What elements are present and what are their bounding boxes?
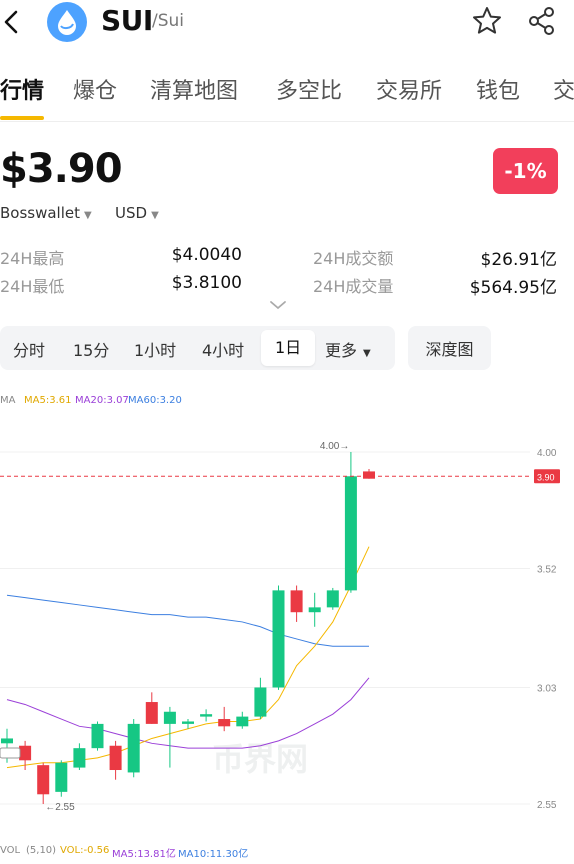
current-price-label: 3.90 [537, 472, 555, 482]
volume-24h-label: 24H成交量 [313, 277, 394, 296]
y-tick-label: 2.55 [537, 800, 557, 811]
candle-body [236, 716, 249, 727]
ma20-line [6, 677, 370, 749]
candle-body [254, 687, 267, 717]
coin-ticker: SUI [101, 4, 153, 37]
high-24h-value: $4.0040 [171, 245, 242, 265]
candle-body [290, 590, 303, 613]
period-1d[interactable]: 1日 [261, 330, 316, 366]
ma5-line [6, 546, 370, 769]
y-tick-label: 3.03 [537, 683, 557, 694]
ma20-legend: MA20:3.07 [75, 395, 129, 406]
source-label: Bosswallet [0, 204, 81, 222]
price-change-badge: -1% [493, 148, 558, 194]
period-4h[interactable]: 4小时 [202, 337, 244, 361]
active-tab-indicator [0, 116, 44, 120]
candle-body [109, 745, 122, 771]
period-more[interactable]: 更多 ▼ [325, 337, 371, 361]
turnover-24h-label: 24H成交额 [313, 249, 394, 268]
period-more-label: 更多 [325, 341, 358, 360]
candle-body [163, 711, 176, 724]
y-tick-label: 4.00 [537, 448, 557, 459]
ma60-legend: MA60:3.20 [128, 395, 182, 406]
tab-liquidations[interactable]: 爆仓 [73, 73, 117, 105]
dropdown-caret-icon: ▼ [84, 210, 92, 221]
vol-legend-label: VOL [0, 845, 21, 856]
candle-body [272, 590, 285, 688]
candle-body [1, 738, 13, 744]
coin-pair-subtitle: /Sui [152, 11, 185, 31]
candle-body [73, 748, 86, 768]
candle-body [344, 476, 357, 591]
candle-body [127, 723, 140, 773]
vol-ma10-legend: MA10:11.30亿 [178, 849, 249, 860]
candle-body [19, 745, 32, 761]
tab-market[interactable]: 行情 [0, 73, 44, 105]
low-price-marker: ←2.55 [45, 802, 75, 813]
crosshair-tag [0, 747, 21, 759]
candle-body [55, 762, 68, 792]
tab-liquidation-map[interactable]: 清算地图 [150, 73, 238, 105]
chevron-down-icon[interactable] [268, 296, 288, 315]
tab-long-short-ratio[interactable]: 多空比 [276, 73, 342, 105]
candle-body [218, 719, 231, 727]
period-1h[interactable]: 1小时 [134, 337, 176, 361]
vol-ma5-legend: MA5:13.81亿 [112, 849, 176, 860]
vol-params: (5,10) [26, 845, 57, 856]
low-24h-label: 24H最低 [0, 277, 65, 296]
candle-body [37, 765, 50, 795]
star-icon[interactable] [470, 4, 504, 42]
ma5-legend: MA5:3.61 [24, 395, 72, 406]
back-arrow-icon[interactable] [0, 6, 24, 38]
sui-logo-icon [47, 2, 87, 42]
period-timeshare[interactable]: 分时 [13, 337, 45, 361]
candlestick-chart[interactable]: 4.003.523.032.55币界网3.904.00→←2.55 [0, 420, 574, 840]
candle-body [200, 714, 213, 717]
ma-legend-label: MA [0, 395, 16, 406]
high-price-marker: 4.00→ [320, 441, 349, 452]
currency-selector[interactable]: USD ▼ [115, 204, 159, 222]
current-price: $3.90 [0, 146, 123, 192]
period-selector: 分时 15分 1小时 4小时 1日 更多 ▼ [0, 326, 395, 370]
tab-truncated[interactable]: 交 [553, 73, 574, 105]
candle-body [91, 723, 104, 749]
turnover-24h-value: $26.91亿 [480, 250, 557, 270]
vol-value: VOL:-0.56 [60, 845, 110, 856]
tab-exchanges[interactable]: 交易所 [376, 73, 442, 105]
dropdown-caret-icon: ▼ [363, 348, 371, 359]
header: SUI /Sui [0, 0, 574, 46]
candle-body [145, 702, 158, 724]
volume-24h-value: $564.95亿 [469, 278, 557, 298]
candle-body [363, 471, 375, 479]
candle-body [326, 590, 339, 608]
period-15m[interactable]: 15分 [73, 337, 109, 361]
candle-body [182, 721, 194, 724]
low-24h-value: $3.8100 [171, 273, 242, 293]
source-selector[interactable]: Bosswallet ▼ [0, 204, 92, 222]
high-24h-label: 24H最高 [0, 249, 65, 268]
depth-chart-button[interactable]: 深度图 [408, 326, 491, 370]
y-tick-label: 3.52 [537, 565, 557, 576]
candle-body [308, 607, 321, 613]
currency-label: USD [115, 204, 148, 222]
tab-wallets[interactable]: 钱包 [476, 73, 520, 105]
share-icon[interactable] [525, 4, 559, 42]
section-tabs: 行情 爆仓 清算地图 多空比 交易所 钱包 交 [0, 68, 574, 122]
dropdown-caret-icon: ▼ [151, 210, 159, 221]
